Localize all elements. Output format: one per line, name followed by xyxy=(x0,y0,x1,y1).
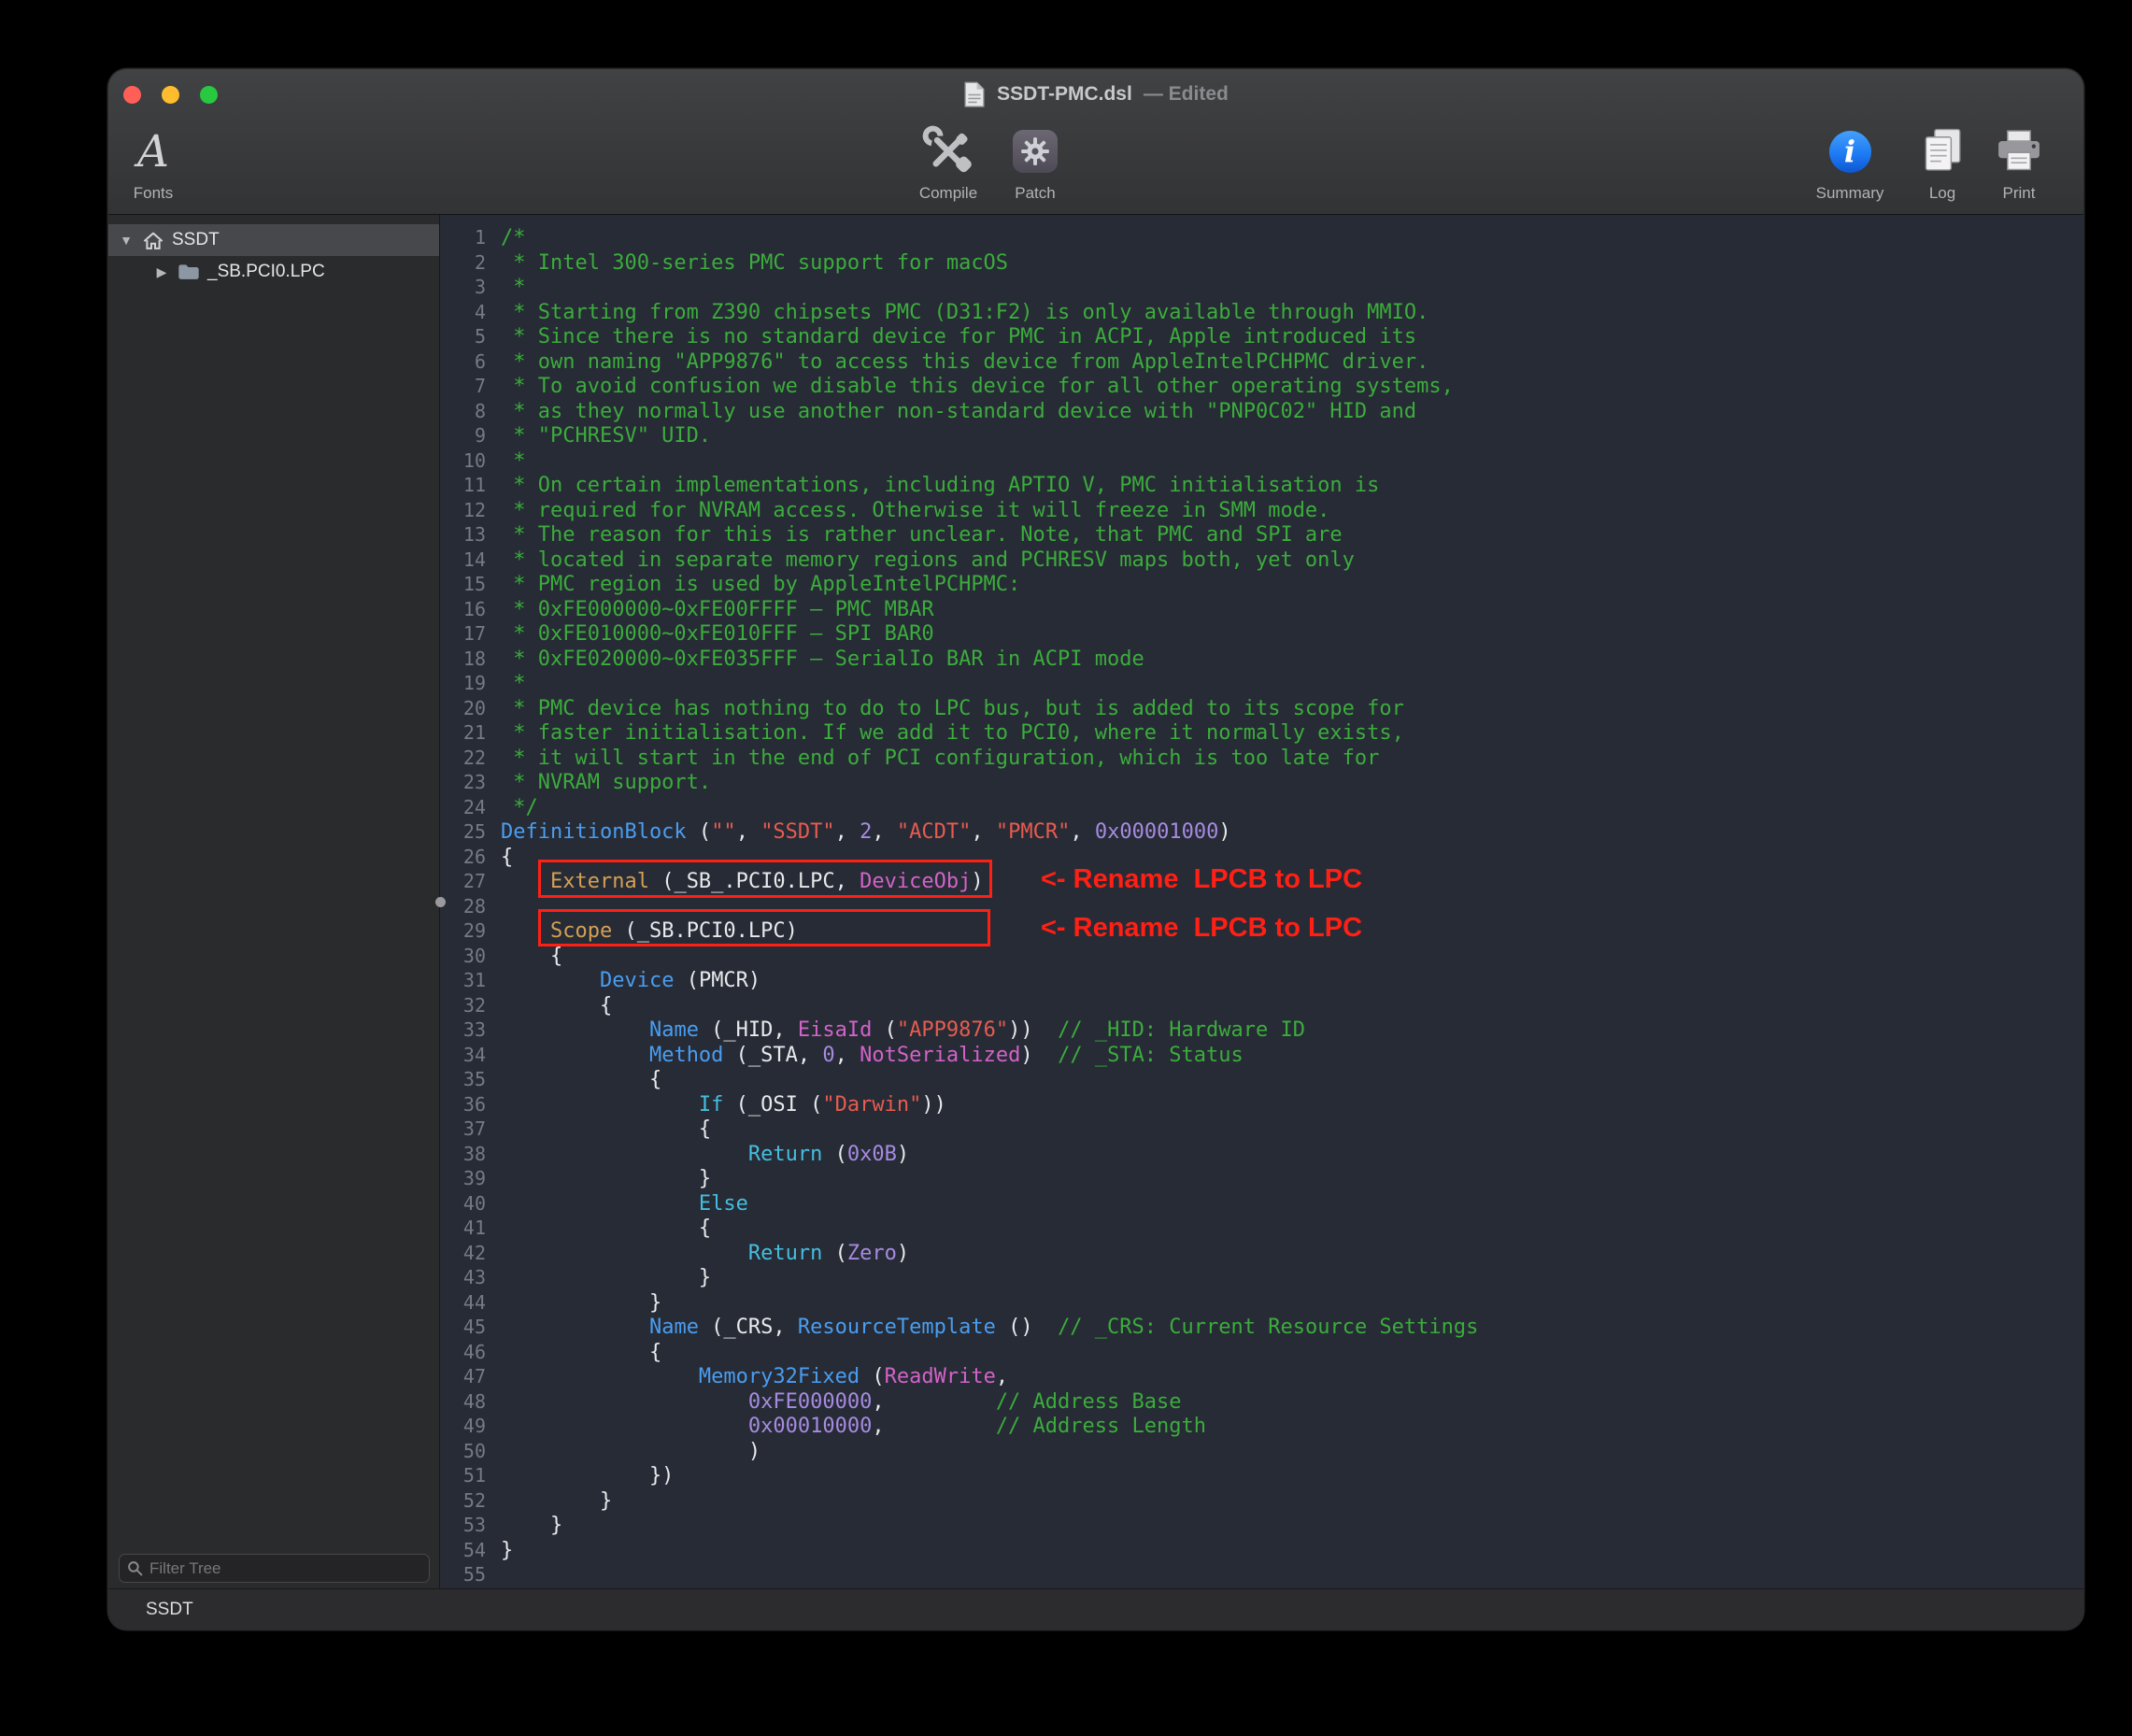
disclosure-collapsed-icon[interactable]: ▶ xyxy=(151,264,172,280)
disclosure-expanded-icon[interactable]: ▼ xyxy=(116,233,136,248)
fonts-button[interactable]: A Fonts xyxy=(116,121,191,203)
code-line: 39 } xyxy=(441,1166,1478,1191)
code-line: 6 * own naming "APP9876" to access this … xyxy=(441,349,1478,375)
code-line: 7 * To avoid confusion we disable this d… xyxy=(441,374,1478,399)
code-line: 42 Return (Zero) xyxy=(441,1241,1478,1266)
filter-tree-input[interactable] xyxy=(149,1559,421,1578)
tree-item-ssdt[interactable]: ▼ SSDT xyxy=(108,224,439,256)
code-line: 54} xyxy=(441,1538,1478,1563)
code-line: 49 0x00010000, // Address Length xyxy=(441,1414,1478,1439)
compile-button[interactable]: Compile xyxy=(902,121,995,203)
folder-icon xyxy=(178,263,200,281)
log-button[interactable]: Log xyxy=(1910,121,1975,203)
code-line: 20 * PMC device has nothing to do to LPC… xyxy=(441,696,1478,721)
code-line: 1/* xyxy=(441,225,1478,250)
titlebar[interactable]: SSDT-PMC.dsl — Edited xyxy=(108,69,2083,120)
code-editor[interactable]: 1/*2 * Intel 300-series PMC support for … xyxy=(441,215,2083,1588)
code-line: 32 { xyxy=(441,993,1478,1018)
code-line: 52 } xyxy=(441,1488,1478,1514)
patch-button[interactable]: Patch xyxy=(998,121,1073,203)
window-title: SSDT-PMC.dsl — Edited xyxy=(108,69,2083,120)
code-line: 46 { xyxy=(441,1340,1478,1365)
gutter-marker-dot xyxy=(435,897,446,907)
code-line: 12 * required for NVRAM access. Otherwis… xyxy=(441,498,1478,523)
title-filename: SSDT-PMC.dsl xyxy=(997,83,1132,106)
code-line: 41 { xyxy=(441,1216,1478,1241)
info-icon: i xyxy=(1829,131,1871,173)
code-line: 11 * On certain implementations, includi… xyxy=(441,473,1478,498)
tree-item-sb-pci0-lpc[interactable]: ▶ _SB.PCI0.LPC xyxy=(108,256,439,288)
code-line: 8 * as they normally use another non-sta… xyxy=(441,399,1478,424)
home-icon xyxy=(142,231,164,250)
code-line: 50 ) xyxy=(441,1439,1478,1464)
code-line: 35 { xyxy=(441,1067,1478,1092)
annotation-box-external xyxy=(538,860,992,898)
tree-item-label: SSDT xyxy=(172,230,220,250)
code-line: 36 If (_OSI ("Darwin")) xyxy=(441,1092,1478,1117)
code-line: 15 * PMC region is used by AppleIntelPCH… xyxy=(441,572,1478,597)
code-line: 23 * NVRAM support. xyxy=(441,770,1478,795)
acpi-tree: ▼ SSDT ▶ _SB.PCI0.LPC xyxy=(108,215,439,288)
code-line: 43 } xyxy=(441,1265,1478,1290)
code-line: 4 * Starting from Z390 chipsets PMC (D31… xyxy=(441,300,1478,325)
printer-icon xyxy=(1993,127,2045,176)
code-line: 47 Memory32Fixed (ReadWrite, xyxy=(441,1364,1478,1389)
annotation-note-scope: <- Rename LPCB to LPC xyxy=(1041,913,1362,944)
code-line: 16 * 0xFE000000~0xFE00FFFF – PMC MBAR xyxy=(441,597,1478,622)
compile-label: Compile xyxy=(919,181,977,203)
patch-label: Patch xyxy=(1015,181,1055,203)
code-line: 30 { xyxy=(441,944,1478,969)
code-line: 2 * Intel 300-series PMC support for mac… xyxy=(441,250,1478,276)
code-line: 45 Name (_CRS, ResourceTemplate () // _C… xyxy=(441,1315,1478,1340)
code-line: 40 Else xyxy=(441,1191,1478,1217)
code-line: 19 * xyxy=(441,671,1478,696)
document-icon xyxy=(963,81,986,108)
print-button[interactable]: Print xyxy=(1984,121,2054,203)
code-line: 22 * it will start in the end of PCI con… xyxy=(441,746,1478,771)
code-line: 13 * The reason for this is rather uncle… xyxy=(441,522,1478,548)
fonts-icon: A xyxy=(137,130,169,174)
sidebar: ▼ SSDT ▶ _SB.PCI0.LPC xyxy=(108,215,440,1588)
log-label: Log xyxy=(1929,181,1955,203)
code-line: 25DefinitionBlock ("", "SSDT", 2, "ACDT"… xyxy=(441,819,1478,845)
gear-icon xyxy=(1018,135,1052,168)
toolbar: A Fonts Compile xyxy=(108,120,2083,215)
code-line: 48 0xFE000000, // Address Base xyxy=(441,1389,1478,1415)
code-line: 38 Return (0x0B) xyxy=(441,1142,1478,1167)
code-line: 44 } xyxy=(441,1290,1478,1316)
code-line: 34 Method (_STA, 0, NotSerialized) // _S… xyxy=(441,1043,1478,1068)
fonts-label: Fonts xyxy=(134,181,174,203)
code-line: 14 * located in separate memory regions … xyxy=(441,548,1478,573)
code-line: 18 * 0xFE020000~0xFE035FFF – SerialIo BA… xyxy=(441,647,1478,672)
compile-tools-icon xyxy=(921,124,975,178)
code-line: 51 }) xyxy=(441,1463,1478,1488)
app-window: SSDT-PMC.dsl — Edited A Fonts xyxy=(108,69,2083,1629)
code-line: 37 { xyxy=(441,1117,1478,1142)
annotation-box-scope xyxy=(538,909,990,946)
code-line: 3 * xyxy=(441,275,1478,300)
code-line: 53 } xyxy=(441,1513,1478,1538)
code-line: 55 xyxy=(441,1562,1478,1587)
filter-tree-field[interactable] xyxy=(119,1554,430,1583)
code-line: 10 * xyxy=(441,448,1478,474)
code-lines: 1/*2 * Intel 300-series PMC support for … xyxy=(441,225,1478,1587)
summary-label: Summary xyxy=(1816,181,1884,203)
annotation-note-external: <- Rename LPCB to LPC xyxy=(1041,864,1362,895)
code-line: 5 * Since there is no standard device fo… xyxy=(441,324,1478,349)
code-line: 31 Device (PMCR) xyxy=(441,968,1478,993)
tree-item-label: _SB.PCI0.LPC xyxy=(207,262,325,282)
title-edited-suffix: — Edited xyxy=(1144,83,1229,106)
print-label: Print xyxy=(2003,181,2036,203)
statusbar: SSDT xyxy=(108,1588,2083,1629)
code-line: 17 * 0xFE010000~0xFE010FFF – SPI BAR0 xyxy=(441,621,1478,647)
code-line: 33 Name (_HID, EisaId ("APP9876")) // _H… xyxy=(441,1017,1478,1043)
magnifier-icon xyxy=(127,1560,143,1576)
statusbar-path: SSDT xyxy=(146,1600,193,1620)
window-chrome: SSDT-PMC.dsl — Edited A Fonts xyxy=(108,69,2083,215)
summary-button[interactable]: i Summary xyxy=(1803,121,1897,203)
code-line: 24 */ xyxy=(441,795,1478,820)
code-line: 9 * "PCHRESV" UID. xyxy=(441,423,1478,448)
log-pages-icon xyxy=(1918,126,1967,177)
code-line: 21 * faster initialisation. If we add it… xyxy=(441,720,1478,746)
